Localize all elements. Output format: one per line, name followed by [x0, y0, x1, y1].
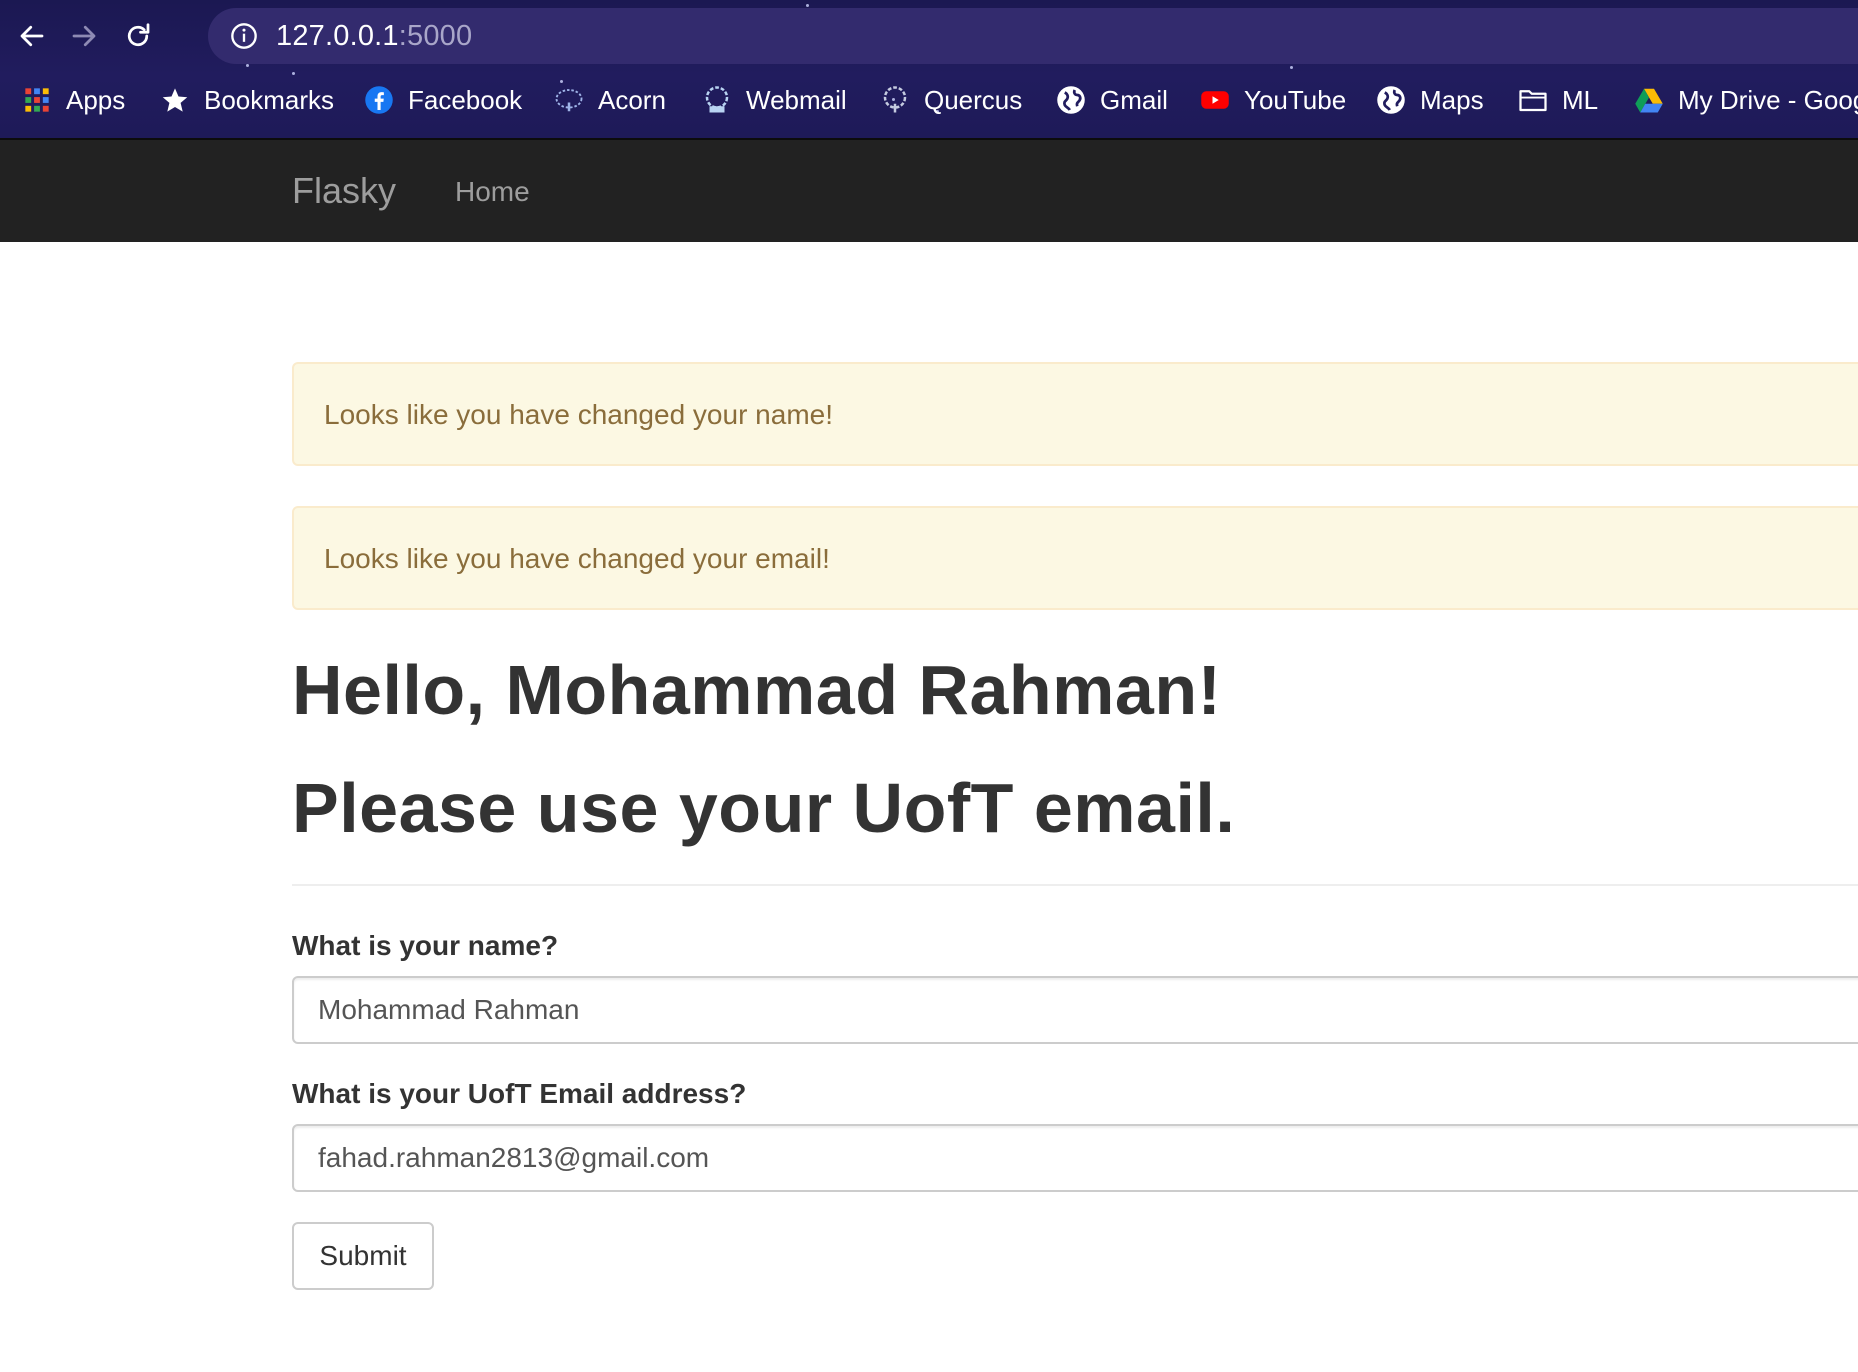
greeting-heading: Hello, Mohammad Rahman! [292, 651, 1222, 729]
submit-button[interactable]: Submit [292, 1222, 434, 1290]
bookmark-youtube[interactable]: YouTube [1200, 76, 1346, 124]
background-star [1290, 66, 1293, 69]
flash-alert-email: Looks like you have changed your email! [292, 506, 1858, 610]
bookmark-label: Acorn [598, 84, 666, 115]
bookmark-gmail[interactable]: Gmail [1056, 76, 1168, 124]
apps-grid-icon [22, 85, 52, 115]
flash-alert-name: Looks like you have changed your name! [292, 362, 1858, 466]
bookmark-my-drive[interactable]: My Drive - Goog [1634, 76, 1858, 124]
divider [292, 884, 1858, 886]
nav-home-link[interactable]: Home [455, 176, 530, 208]
address-bar[interactable]: 127.0.0.1:5000 [208, 8, 1858, 64]
url-text: 127.0.0.1:5000 [276, 20, 472, 53]
bookmark-label: Apps [66, 84, 126, 115]
bookmark-label: Gmail [1100, 84, 1168, 115]
bookmark-ml[interactable]: ML [1518, 76, 1598, 124]
bookmark-quercus[interactable]: Quercus [880, 76, 1022, 124]
acorn-icon [554, 85, 584, 115]
back-button[interactable] [10, 14, 54, 58]
youtube-icon [1200, 85, 1230, 115]
arrow-left-icon [20, 25, 44, 47]
webmail-icon [702, 85, 732, 115]
arrow-right-icon [72, 25, 96, 47]
url-port: :5000 [398, 20, 473, 52]
forward-button[interactable] [62, 14, 106, 58]
info-icon[interactable] [230, 22, 258, 50]
site-navbar: Flasky Home [0, 138, 1858, 242]
facebook-icon [364, 85, 394, 115]
bookmark-label: YouTube [1244, 84, 1347, 115]
bookmark-webmail[interactable]: Webmail [702, 76, 847, 124]
bookmark-acorn[interactable]: Acorn [554, 76, 666, 124]
bookmark-maps[interactable]: Maps [1376, 76, 1484, 124]
folder-icon [1518, 85, 1548, 115]
alert-message: Looks like you have changed your email! [324, 543, 830, 574]
name-label: What is your name? [292, 930, 559, 961]
background-star [806, 4, 809, 7]
instruction-heading: Please use your UofT email. [292, 769, 1236, 847]
brand-link[interactable]: Flasky [292, 170, 396, 212]
background-star [292, 72, 295, 75]
bookmark-bookmarks[interactable]: Bookmarks [160, 76, 334, 124]
name-input[interactable] [292, 976, 1858, 1044]
globe-icon [1056, 85, 1086, 115]
email-label: What is your UofT Email address? [292, 1078, 747, 1109]
browser-toolbar: 127.0.0.1:5000 Apps Bookmarks Facebook A… [0, 0, 1858, 138]
bookmark-label: ML [1562, 84, 1599, 115]
star-icon [160, 85, 190, 115]
bookmark-apps[interactable]: Apps [22, 76, 125, 124]
drive-icon [1634, 85, 1664, 115]
bookmark-label: Facebook [408, 84, 523, 115]
bookmark-label: Quercus [924, 84, 1023, 115]
url-host: 127.0.0.1 [276, 20, 399, 52]
bookmark-label: Bookmarks [204, 84, 335, 115]
alert-message: Looks like you have changed your name! [324, 399, 833, 430]
reload-button[interactable] [116, 14, 160, 58]
bookmarks-bar: Apps Bookmarks Facebook Acorn Webmail Qu… [0, 76, 1858, 124]
globe-icon [1376, 85, 1406, 115]
bookmark-label: My Drive - Goog [1678, 84, 1858, 115]
bookmark-facebook[interactable]: Facebook [364, 76, 522, 124]
reload-icon [127, 23, 150, 47]
bookmark-label: Webmail [746, 84, 847, 115]
background-star [246, 64, 249, 67]
bookmark-label: Maps [1420, 84, 1484, 115]
quercus-icon [880, 85, 910, 115]
email-input[interactable] [292, 1124, 1858, 1192]
